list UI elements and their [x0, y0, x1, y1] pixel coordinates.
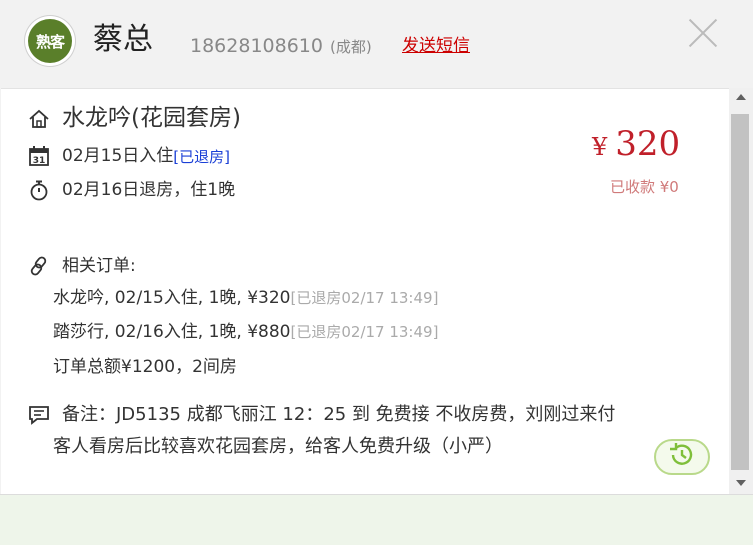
scroll-down-arrow-icon[interactable] — [736, 480, 746, 486]
note-row: 备注：JD5135 成都飞丽江 12：25 到 免费接 不收房费，刘刚过来付 — [28, 402, 615, 428]
related-orders-header: 相关订单: — [28, 254, 136, 278]
calendar-icon: 31 — [28, 145, 50, 167]
comment-icon — [28, 404, 50, 426]
dialog-header: 熟客 蔡总 18628108610 (成都) 发送短信 — [0, 0, 753, 88]
guest-city: (成都) — [330, 38, 372, 56]
close-icon[interactable] — [686, 16, 720, 50]
link-icon — [28, 255, 50, 277]
room-name: 水龙吟(花园套房) — [62, 105, 241, 131]
home-icon — [28, 108, 50, 130]
dialog-footer — [0, 494, 753, 545]
checkin-status-link[interactable]: [已退房] — [173, 146, 230, 167]
regular-customer-badge: 熟客 — [28, 19, 72, 63]
related-orders-title: 相关订单: — [62, 256, 136, 276]
checkin-date: 02月15日入住 — [62, 146, 174, 166]
paid-amount: 已收款 ¥0 — [610, 178, 679, 196]
stopwatch-icon — [28, 179, 50, 201]
related-order-status: [已退房02/17 13:49] — [290, 289, 439, 307]
history-button[interactable] — [654, 439, 710, 475]
related-order-status: [已退房02/17 13:49] — [290, 323, 439, 341]
room-price: ¥320 — [592, 123, 680, 168]
guest-phone: 18628108610 — [190, 35, 323, 57]
svg-text:31: 31 — [33, 156, 46, 166]
guest-name: 蔡总 — [93, 22, 153, 57]
avatar: 熟客 — [25, 16, 75, 66]
related-order-text: 踏莎行, 02/16入住, 1晚, ¥880 — [53, 322, 291, 342]
scroll-up-arrow-icon[interactable] — [736, 94, 746, 100]
checkin-row: 31 02月15日入住 [已退房] — [28, 144, 230, 168]
note-line-2: 客人看房后比较喜欢花园套房，给客人免费升级（小严） — [53, 436, 503, 457]
room-row — [28, 108, 62, 130]
related-order-item[interactable]: 水龙吟, 02/15入住, 1晚, ¥320[已退房02/17 13:49] — [53, 286, 438, 310]
price-value: 320 — [615, 124, 681, 164]
related-order-text: 水龙吟, 02/15入住, 1晚, ¥320 — [53, 288, 291, 308]
price-symbol: ¥ — [592, 133, 608, 161]
note-line-1: 备注：JD5135 成都飞丽江 12：25 到 免费接 不收房费，刘刚过来付 — [62, 404, 616, 425]
checkout-info: 02月16日退房，住1晚 — [62, 180, 236, 200]
related-order-item[interactable]: 踏莎行, 02/16入住, 1晚, ¥880[已退房02/17 13:49] — [53, 320, 438, 344]
vertical-scrollbar[interactable] — [729, 88, 753, 494]
history-icon — [667, 440, 697, 474]
checkout-row: 02月16日退房，住1晚 — [28, 178, 235, 202]
send-sms-link[interactable]: 发送短信 — [402, 34, 470, 58]
scrollbar-thumb[interactable] — [731, 114, 749, 470]
order-total: 订单总额¥1200，2间房 — [53, 357, 237, 377]
